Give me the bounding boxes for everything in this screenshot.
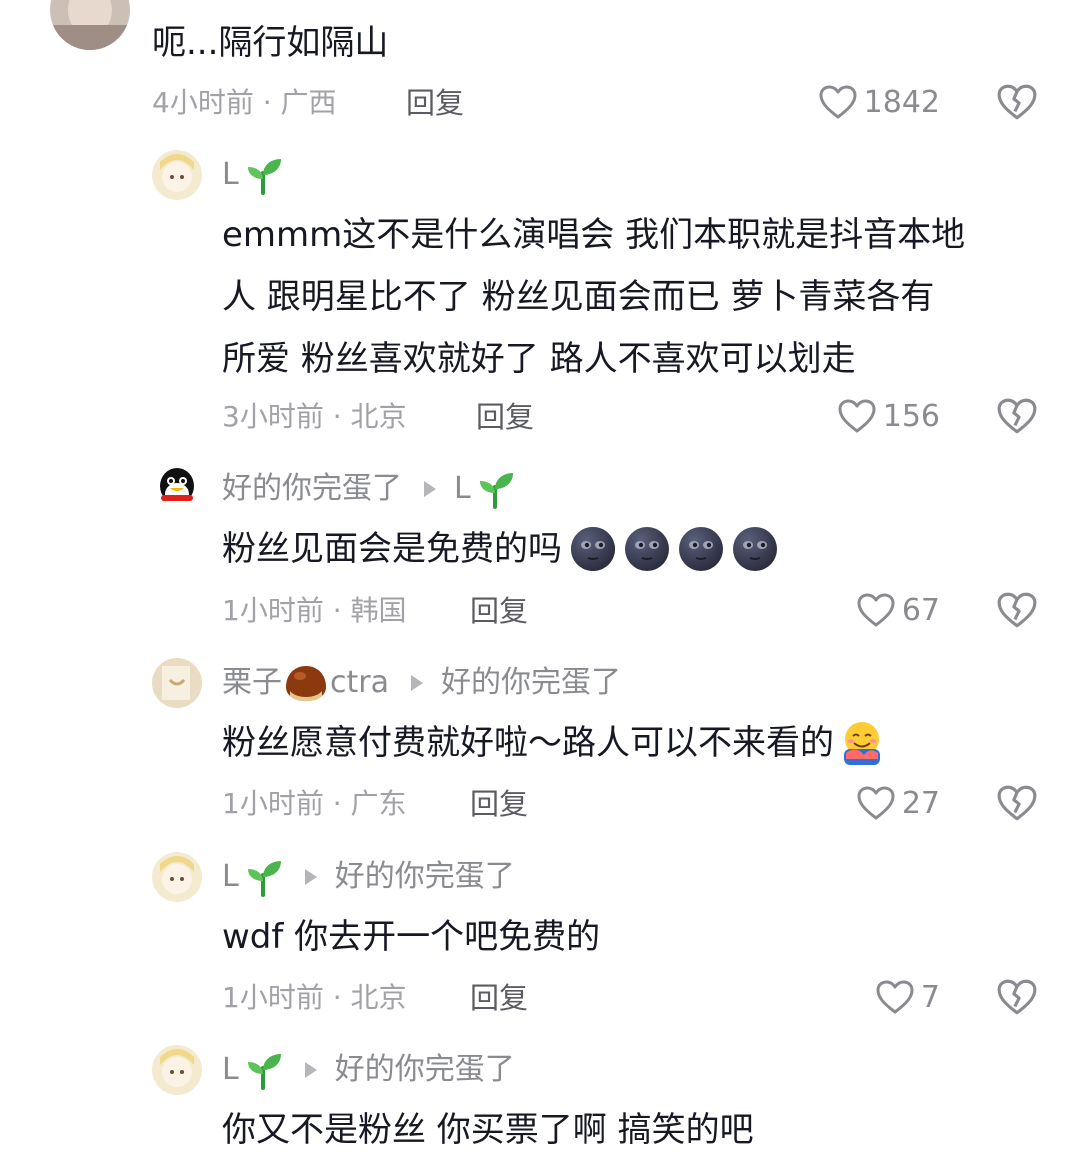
- reply-time-location: 3小时前 · 北京: [222, 400, 407, 433]
- reply-time-location: 1小时前 · 广东: [222, 787, 407, 820]
- username[interactable]: 好的你完蛋了 L: [222, 469, 515, 509]
- like-count: 1842: [863, 84, 940, 120]
- avatar[interactable]: [152, 852, 202, 902]
- avatar[interactable]: [152, 1045, 202, 1095]
- reply-button[interactable]: 回复: [406, 83, 464, 123]
- reply-to-user[interactable]: 好的你完蛋了: [441, 663, 621, 703]
- reply-arrow-icon: [304, 1062, 317, 1078]
- heart-icon: [857, 593, 895, 627]
- sprout-icon: [247, 1054, 281, 1090]
- username[interactable]: L 好的你完蛋了: [222, 1050, 515, 1090]
- comment-text: 呃...隔行如隔山: [152, 23, 389, 63]
- sprout-icon: [479, 473, 513, 509]
- avatar[interactable]: [152, 464, 202, 514]
- reply-arrow-icon: [304, 869, 317, 885]
- like-count: 156: [882, 398, 940, 434]
- dislike-icon[interactable]: [996, 81, 1038, 123]
- like-button[interactable]: 67: [790, 588, 940, 632]
- heart-icon: [876, 980, 914, 1014]
- like-count: 7: [920, 979, 940, 1015]
- dislike-icon[interactable]: [996, 589, 1038, 631]
- sprout-icon: [247, 861, 281, 897]
- like-button[interactable]: 27: [790, 781, 940, 825]
- dislike-icon[interactable]: [996, 782, 1038, 824]
- reply-text: 你又不是粉丝 你买票了啊 搞笑的吧: [222, 1110, 754, 1150]
- new-moon-face-emoji: [571, 527, 615, 571]
- reply-text: emmm这不是什么演唱会 我们本职就是抖音本地 人 跟明星比不了 粉丝见面会而已…: [222, 215, 966, 379]
- heart-icon: [819, 85, 857, 119]
- heart-icon: [838, 399, 876, 433]
- reply-time-location: 1小时前 · 北京: [222, 981, 407, 1014]
- username[interactable]: 栗子 ctra 好的你完蛋了: [222, 663, 621, 703]
- reply-button[interactable]: 回复: [470, 784, 528, 824]
- heart-icon: [857, 786, 895, 820]
- reply-text: wdf 你去开一个吧免费的: [222, 917, 601, 957]
- reply-to-user[interactable]: L: [454, 469, 471, 509]
- comment-time-location: 4小时前 · 广西: [152, 86, 337, 119]
- new-moon-face-emoji: [625, 527, 669, 571]
- sprout-icon: [247, 159, 281, 195]
- new-moon-face-emoji: [679, 527, 723, 571]
- reply-button[interactable]: 回复: [476, 397, 534, 437]
- reply-button[interactable]: 回复: [470, 591, 528, 631]
- reply-arrow-icon: [424, 481, 436, 497]
- username[interactable]: L 好的你完蛋了: [222, 857, 515, 897]
- reply-text-row: 粉丝见面会是免费的吗: [222, 518, 778, 580]
- avatar[interactable]: [152, 658, 202, 708]
- new-moon-face-emoji: [733, 527, 777, 571]
- hugging-face-emoji: [844, 722, 880, 765]
- reply-button[interactable]: 回复: [470, 978, 528, 1018]
- reply-arrow-icon: [410, 675, 423, 691]
- reply-time-location: 1小时前 · 韩国: [222, 594, 407, 627]
- dislike-icon[interactable]: [996, 976, 1038, 1018]
- avatar[interactable]: [152, 150, 202, 200]
- like-count: 67: [901, 592, 940, 628]
- reply-text-row: 粉丝愿意付费就好啦～路人可以不来看的: [222, 712, 886, 774]
- username[interactable]: L: [222, 155, 283, 195]
- chestnut-icon: [286, 666, 326, 702]
- like-count: 27: [901, 785, 940, 821]
- reply-to-user[interactable]: 好的你完蛋了: [335, 857, 515, 897]
- reply-to-user[interactable]: 好的你完蛋了: [335, 1050, 515, 1090]
- like-button[interactable]: 1842: [790, 80, 940, 124]
- avatar[interactable]: [50, 0, 130, 50]
- like-button[interactable]: 156: [790, 394, 940, 438]
- like-button[interactable]: 7: [790, 975, 940, 1019]
- dislike-icon[interactable]: [996, 395, 1038, 437]
